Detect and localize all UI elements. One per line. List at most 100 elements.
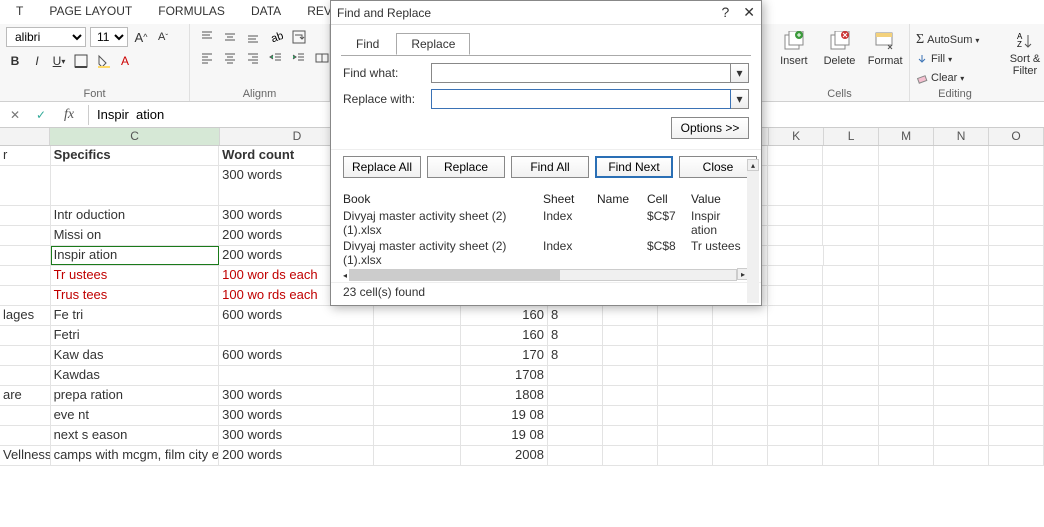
cell[interactable]: 1808 xyxy=(461,386,548,405)
cell[interactable]: 2008 xyxy=(461,446,548,465)
results-hscroll[interactable]: ◂ ▸ xyxy=(331,268,761,282)
cell[interactable]: 200 words xyxy=(219,446,374,465)
tab-page-layout[interactable]: PAGE LAYOUT xyxy=(45,2,136,20)
col-name[interactable]: Name xyxy=(597,192,647,206)
cell[interactable]: 19 08 xyxy=(461,406,548,425)
autosum-button[interactable]: ΣAutoSum▾ xyxy=(916,31,994,49)
clear-button[interactable]: Clear▾ xyxy=(916,69,994,87)
dialog-titlebar[interactable]: Find and Replace ? ✕ xyxy=(331,1,761,25)
col-header-o[interactable]: O xyxy=(989,128,1044,145)
cell[interactable]: Kawdas xyxy=(51,366,220,385)
col-header-k[interactable]: K xyxy=(769,128,824,145)
result-row[interactable]: Divyaj master activity sheet (2) (1).xls… xyxy=(331,238,761,268)
cell[interactable]: Kaw das xyxy=(51,346,220,365)
wrap-text-icon[interactable] xyxy=(288,27,310,47)
tab-find[interactable]: Find xyxy=(341,33,394,55)
active-cell[interactable]: Inspir ation xyxy=(51,246,220,265)
align-top-icon[interactable] xyxy=(196,27,218,47)
align-center-icon[interactable] xyxy=(219,48,241,68)
cell[interactable]: next s eason xyxy=(51,426,220,445)
cell[interactable]: 600 words xyxy=(219,306,374,325)
sort-filter-button[interactable]: AZ Sort & Filter xyxy=(1006,27,1044,77)
border-icon[interactable] xyxy=(72,51,90,71)
cell[interactable]: prepa ration xyxy=(51,386,220,405)
cell[interactable]: 8 xyxy=(548,346,603,365)
find-all-button[interactable]: Find All xyxy=(511,156,589,178)
align-bottom-icon[interactable] xyxy=(242,27,264,47)
cell[interactable]: r xyxy=(0,146,51,165)
tab-replace[interactable]: Replace xyxy=(396,33,470,55)
cell[interactable]: 8 xyxy=(548,306,603,325)
cell[interactable]: 600 words xyxy=(219,346,374,365)
fill-button[interactable]: Fill▾ xyxy=(916,50,994,68)
increase-indent-icon[interactable] xyxy=(288,48,310,68)
cell[interactable]: 160 xyxy=(461,306,548,325)
col-book[interactable]: Book xyxy=(343,192,543,206)
decrease-font-icon[interactable]: Aˇ xyxy=(154,27,172,47)
cell[interactable]: camps with mcgm, film city e xyxy=(51,446,220,465)
cancel-icon[interactable]: ✕ xyxy=(2,103,28,127)
insert-button[interactable]: Insert xyxy=(776,31,812,67)
enter-icon[interactable]: ✓ xyxy=(28,103,54,127)
col-cell[interactable]: Cell xyxy=(647,192,691,206)
tab-formulas[interactable]: FORMULAS xyxy=(154,2,229,20)
cell[interactable]: 19 08 xyxy=(461,426,548,445)
font-color-icon[interactable]: A xyxy=(116,51,134,71)
align-middle-icon[interactable] xyxy=(219,27,241,47)
cell[interactable]: are xyxy=(0,386,51,405)
italic-icon[interactable]: I xyxy=(28,51,46,71)
cell[interactable]: Trus tees xyxy=(51,286,220,305)
col-header-m[interactable]: M xyxy=(879,128,934,145)
delete-button[interactable]: Delete xyxy=(822,31,858,67)
underline-icon[interactable]: U▾ xyxy=(50,51,68,71)
cell[interactable]: 8 xyxy=(548,326,603,345)
cell[interactable]: 170 xyxy=(461,346,548,365)
col-header-n[interactable]: N xyxy=(934,128,989,145)
increase-font-icon[interactable]: A^ xyxy=(132,27,150,47)
bold-icon[interactable]: B xyxy=(6,51,24,71)
orientation-icon[interactable]: ab xyxy=(265,27,287,47)
close-icon[interactable]: ✕ xyxy=(743,4,755,21)
col-value[interactable]: Value xyxy=(691,192,749,206)
replace-button[interactable]: Replace xyxy=(427,156,505,178)
replace-all-button[interactable]: Replace All xyxy=(343,156,421,178)
col-header[interactable] xyxy=(0,128,50,145)
cell[interactable]: Specifics xyxy=(51,146,220,165)
results-vscroll[interactable]: ▴ xyxy=(747,159,759,303)
replace-dropdown-icon[interactable]: ▾ xyxy=(731,89,749,109)
find-what-input[interactable] xyxy=(431,63,731,83)
cell[interactable]: Fetri xyxy=(51,326,220,345)
cell[interactable]: 160 xyxy=(461,326,548,345)
close-button[interactable]: Close xyxy=(679,156,757,178)
cell[interactable]: 1708 xyxy=(461,366,548,385)
col-header-l[interactable]: L xyxy=(824,128,879,145)
fx-icon[interactable]: fx xyxy=(54,107,84,123)
format-button[interactable]: Format xyxy=(867,31,903,67)
col-sheet[interactable]: Sheet xyxy=(543,192,597,206)
fill-color-icon[interactable] xyxy=(94,51,112,71)
cell[interactable]: Intr oduction xyxy=(51,206,220,225)
find-next-button[interactable]: Find Next xyxy=(595,156,673,178)
cell[interactable]: eve nt xyxy=(51,406,220,425)
tab-data[interactable]: DATA xyxy=(247,2,285,20)
font-name-select[interactable]: alibri xyxy=(6,27,86,47)
result-row[interactable]: Divyaj master activity sheet (2) (1).xls… xyxy=(331,208,761,238)
align-left-icon[interactable] xyxy=(196,48,218,68)
options-button[interactable]: Options >> xyxy=(671,117,749,139)
cell[interactable]: lages xyxy=(0,306,51,325)
cell[interactable]: Fe tri xyxy=(51,306,220,325)
cell[interactable]: Vellness xyxy=(0,446,51,465)
help-icon[interactable]: ? xyxy=(721,4,729,21)
decrease-indent-icon[interactable] xyxy=(265,48,287,68)
tab-letter[interactable]: T xyxy=(12,2,27,20)
font-size-select[interactable]: 11 xyxy=(90,27,128,47)
cell[interactable]: Missi on xyxy=(51,226,220,245)
col-header-c[interactable]: C xyxy=(50,128,219,145)
cell[interactable]: 300 words xyxy=(219,386,374,405)
replace-with-input[interactable] xyxy=(431,89,731,109)
cell[interactable]: 300 words xyxy=(219,426,374,445)
find-dropdown-icon[interactable]: ▾ xyxy=(731,63,749,83)
cell[interactable]: 300 words xyxy=(219,406,374,425)
align-right-icon[interactable] xyxy=(242,48,264,68)
cell[interactable]: Tr ustees xyxy=(51,266,220,285)
